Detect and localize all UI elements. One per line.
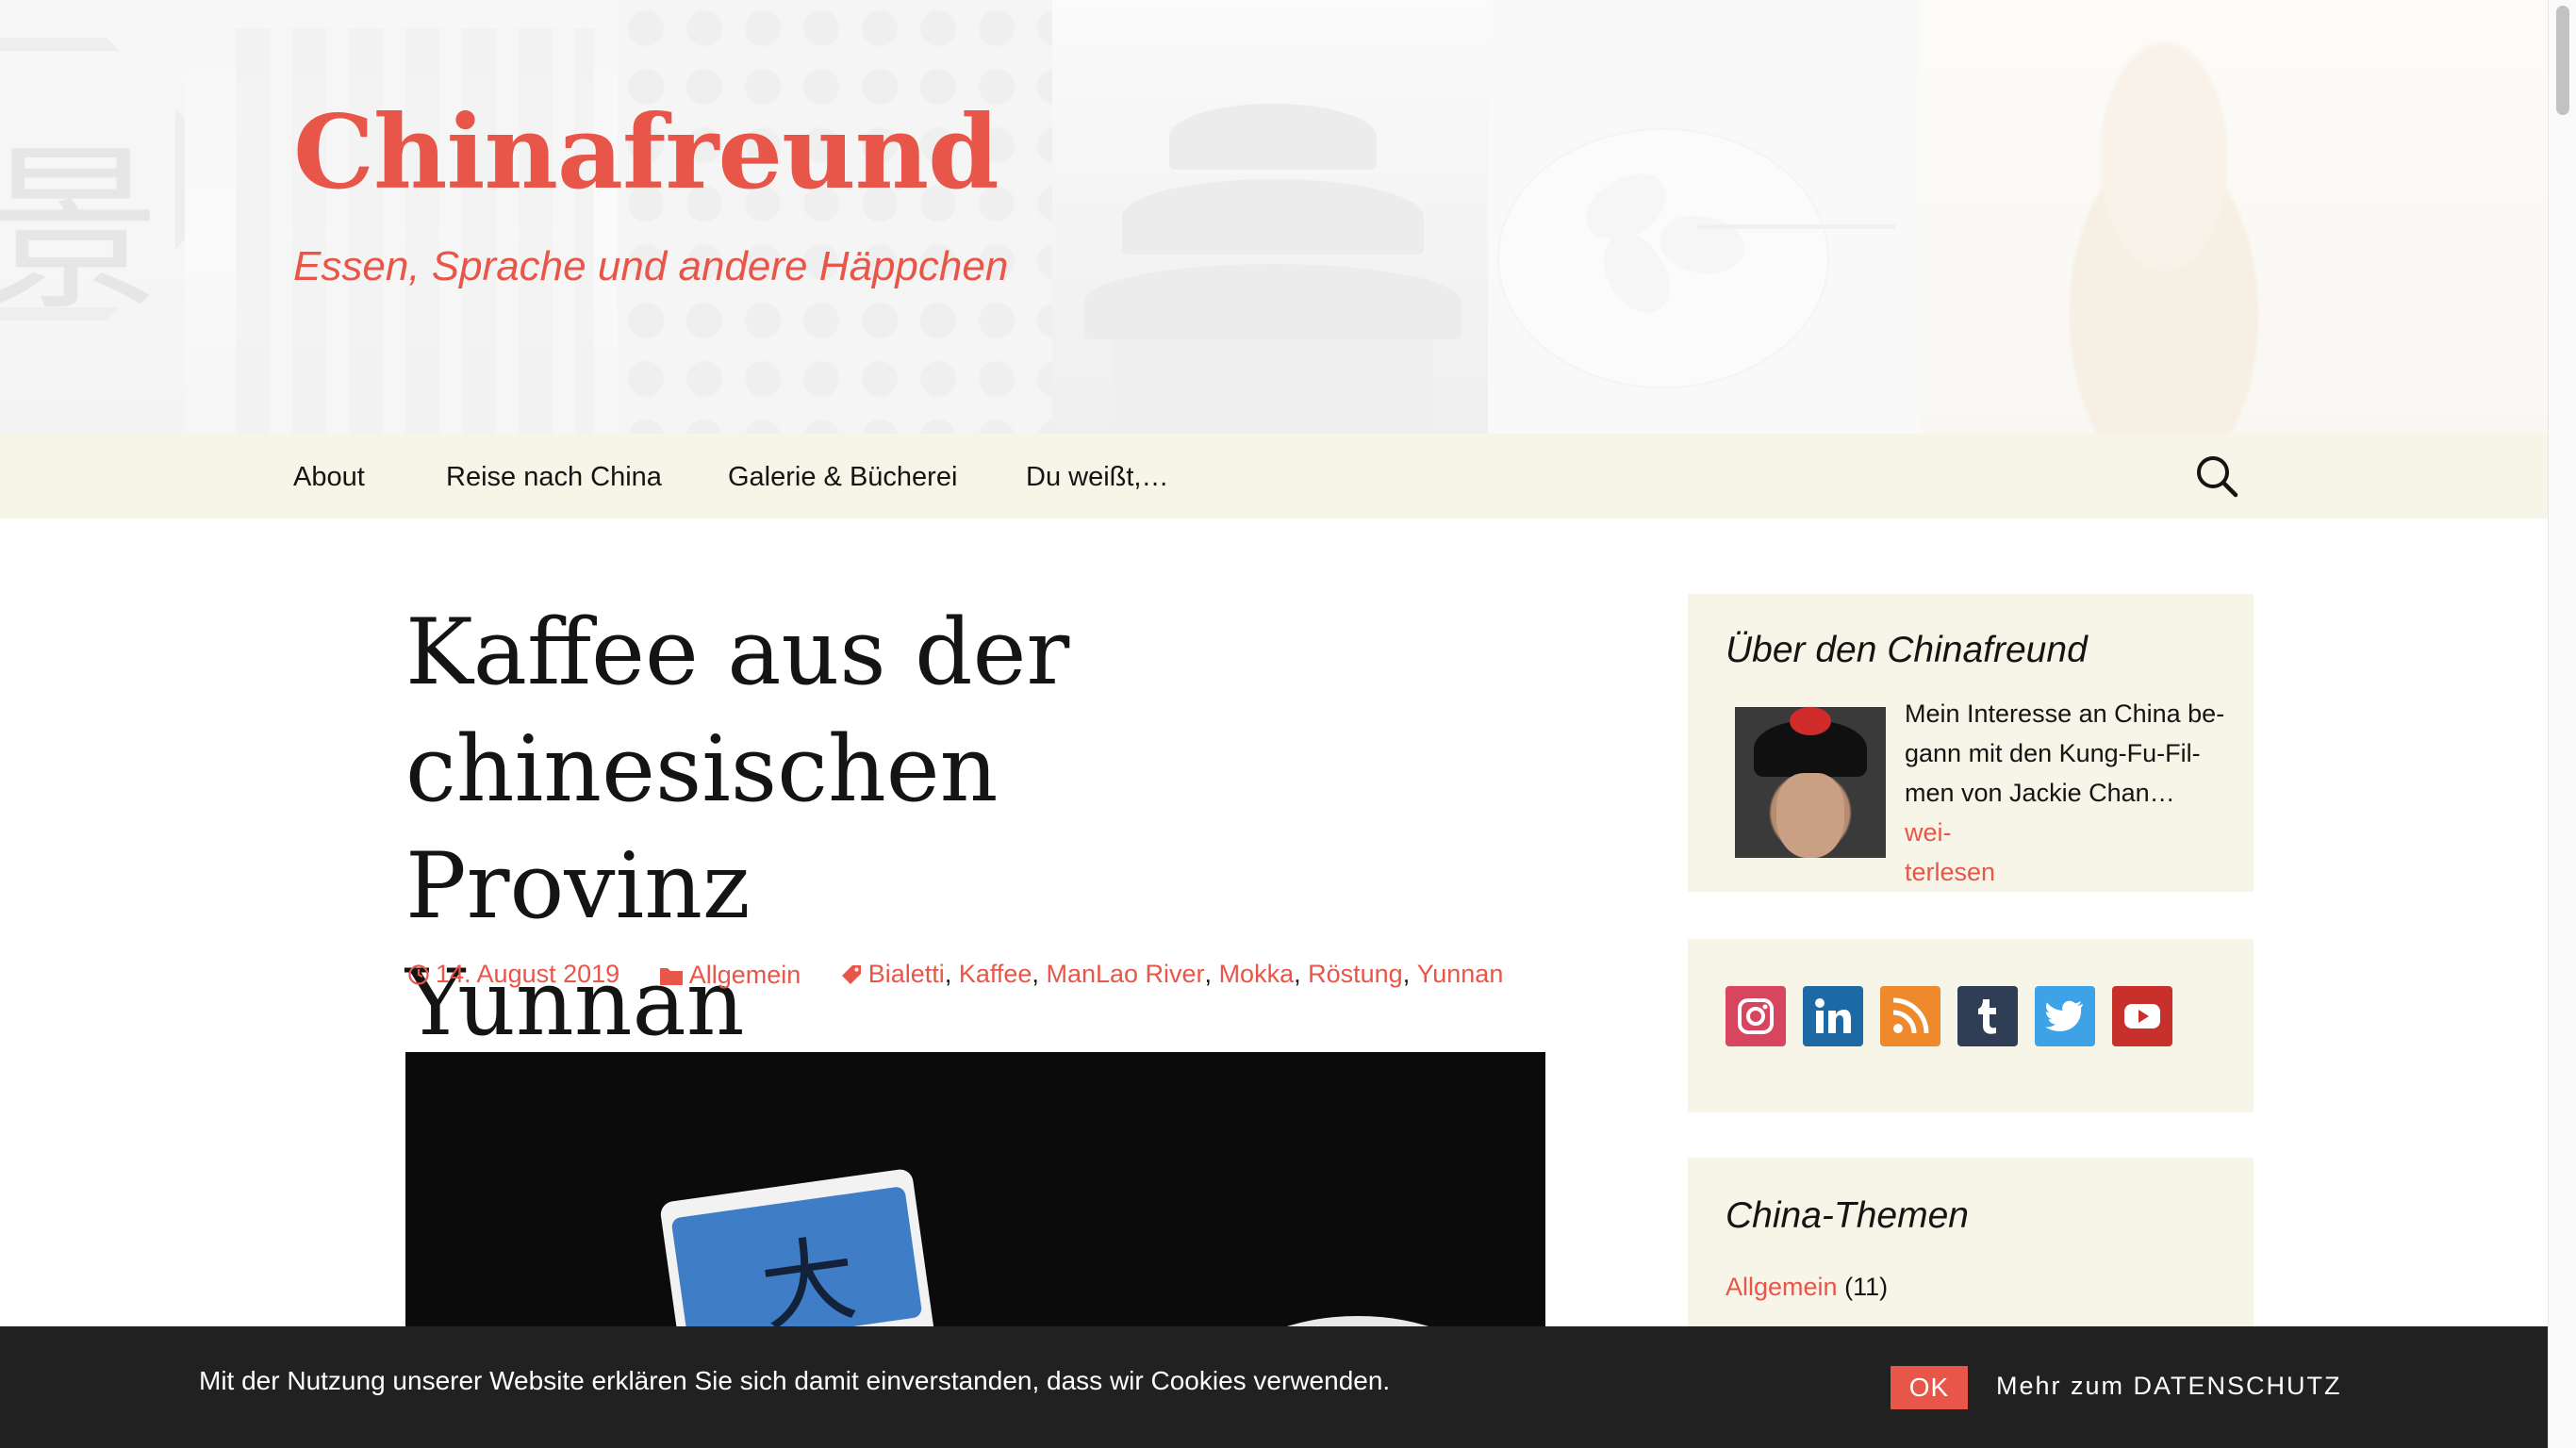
topics-widget-title: China-Themen xyxy=(1726,1195,1969,1236)
tag-link-manlao-river[interactable]: ManLao River xyxy=(1046,960,1204,989)
tag-icon xyxy=(841,964,861,984)
main-navigation: About Reise nach China Galerie & Büchere… xyxy=(0,434,2548,518)
post-tags: Bialetti, Kaffee, ManLao River, Mokka, R… xyxy=(840,960,1504,989)
category-item: Allgemein (11) xyxy=(1726,1273,1888,1302)
site-header: 景 Chinafreund Essen, Sprache und andere … xyxy=(0,0,2548,434)
privacy-link[interactable]: Mehr zum DATENSCHUTZ xyxy=(1996,1372,2342,1401)
site-title-link[interactable]: Chinafreund xyxy=(293,102,999,204)
about-widget-title: Über den Chinafreund xyxy=(1726,630,2088,670)
search-icon xyxy=(2197,456,2238,498)
nav-item-galerie-buecherei[interactable]: Galerie & Bücherei xyxy=(728,462,957,493)
category-count: (11) xyxy=(1844,1273,1889,1301)
search-button[interactable] xyxy=(2193,452,2240,500)
nav-item-reise-nach-china[interactable]: Reise nach China xyxy=(446,462,662,493)
rss-icon xyxy=(1892,997,1929,1034)
scrollbar-thumb[interactable] xyxy=(2556,6,2569,115)
nav-item-du-weisst[interactable]: Du weißt,… xyxy=(1026,462,1168,493)
twitter-icon xyxy=(2045,1000,2083,1031)
article-title-line: Kaffee aus der xyxy=(405,600,1070,705)
tag-link-mokka[interactable]: Mokka xyxy=(1219,960,1295,989)
author-avatar xyxy=(1735,707,1886,858)
cookie-ok-button[interactable]: OK xyxy=(1891,1366,1968,1409)
cookie-text: Mit der Nutzung unserer Website erklären… xyxy=(199,1366,1391,1395)
cookie-notice: Mit der Nutzung unserer Website erklären… xyxy=(0,1326,2548,1448)
category-link-allgemein[interactable]: Allgemein xyxy=(1726,1273,1838,1301)
about-text: Mein Interesse an China be- gann mit den… xyxy=(1905,699,2225,886)
read-more-link[interactable]: wei-terlesen xyxy=(1905,818,1995,886)
tag-link-bialetti[interactable]: Bialetti xyxy=(868,960,945,989)
rss-link[interactable] xyxy=(1880,986,1940,1046)
clock-icon xyxy=(408,963,429,985)
linkedin-link[interactable] xyxy=(1803,986,1863,1046)
nav-item-about[interactable]: About xyxy=(293,462,365,493)
instagram-link[interactable] xyxy=(1726,986,1786,1046)
twitter-link[interactable] xyxy=(2035,986,2095,1046)
instagram-icon xyxy=(1738,998,1774,1034)
social-widget xyxy=(1688,939,2254,1112)
youtube-icon xyxy=(2124,1004,2160,1028)
linkedin-icon xyxy=(1815,998,1851,1033)
post-category-link[interactable]: Allgemein xyxy=(659,961,801,990)
folder-icon xyxy=(659,967,683,985)
page-scrollbar[interactable] xyxy=(2548,0,2576,1448)
tumblr-icon xyxy=(1978,999,1996,1034)
article-title-line: chinesischen Provinz xyxy=(405,716,999,939)
site-description: Essen, Sprache und andere Häppchen xyxy=(293,243,1009,289)
tag-link-roestung[interactable]: Röstung xyxy=(1308,960,1403,989)
youtube-link[interactable] xyxy=(2112,986,2172,1046)
post-date: 14. August 2019 xyxy=(436,960,620,988)
post-category: Allgemein xyxy=(688,961,801,989)
post-date-link[interactable]: 14. August 2019 xyxy=(407,960,619,989)
article-meta: 14. August 2019 Allgemein Bialetti, Kaff… xyxy=(407,960,1633,993)
tag-link-kaffee[interactable]: Kaffee xyxy=(959,960,1032,989)
about-widget: Über den Chinafreund Mein Interesse an C… xyxy=(1688,594,2254,892)
tumblr-link[interactable] xyxy=(1957,986,2018,1046)
tag-link-yunnan[interactable]: Yunnan xyxy=(1417,960,1504,989)
